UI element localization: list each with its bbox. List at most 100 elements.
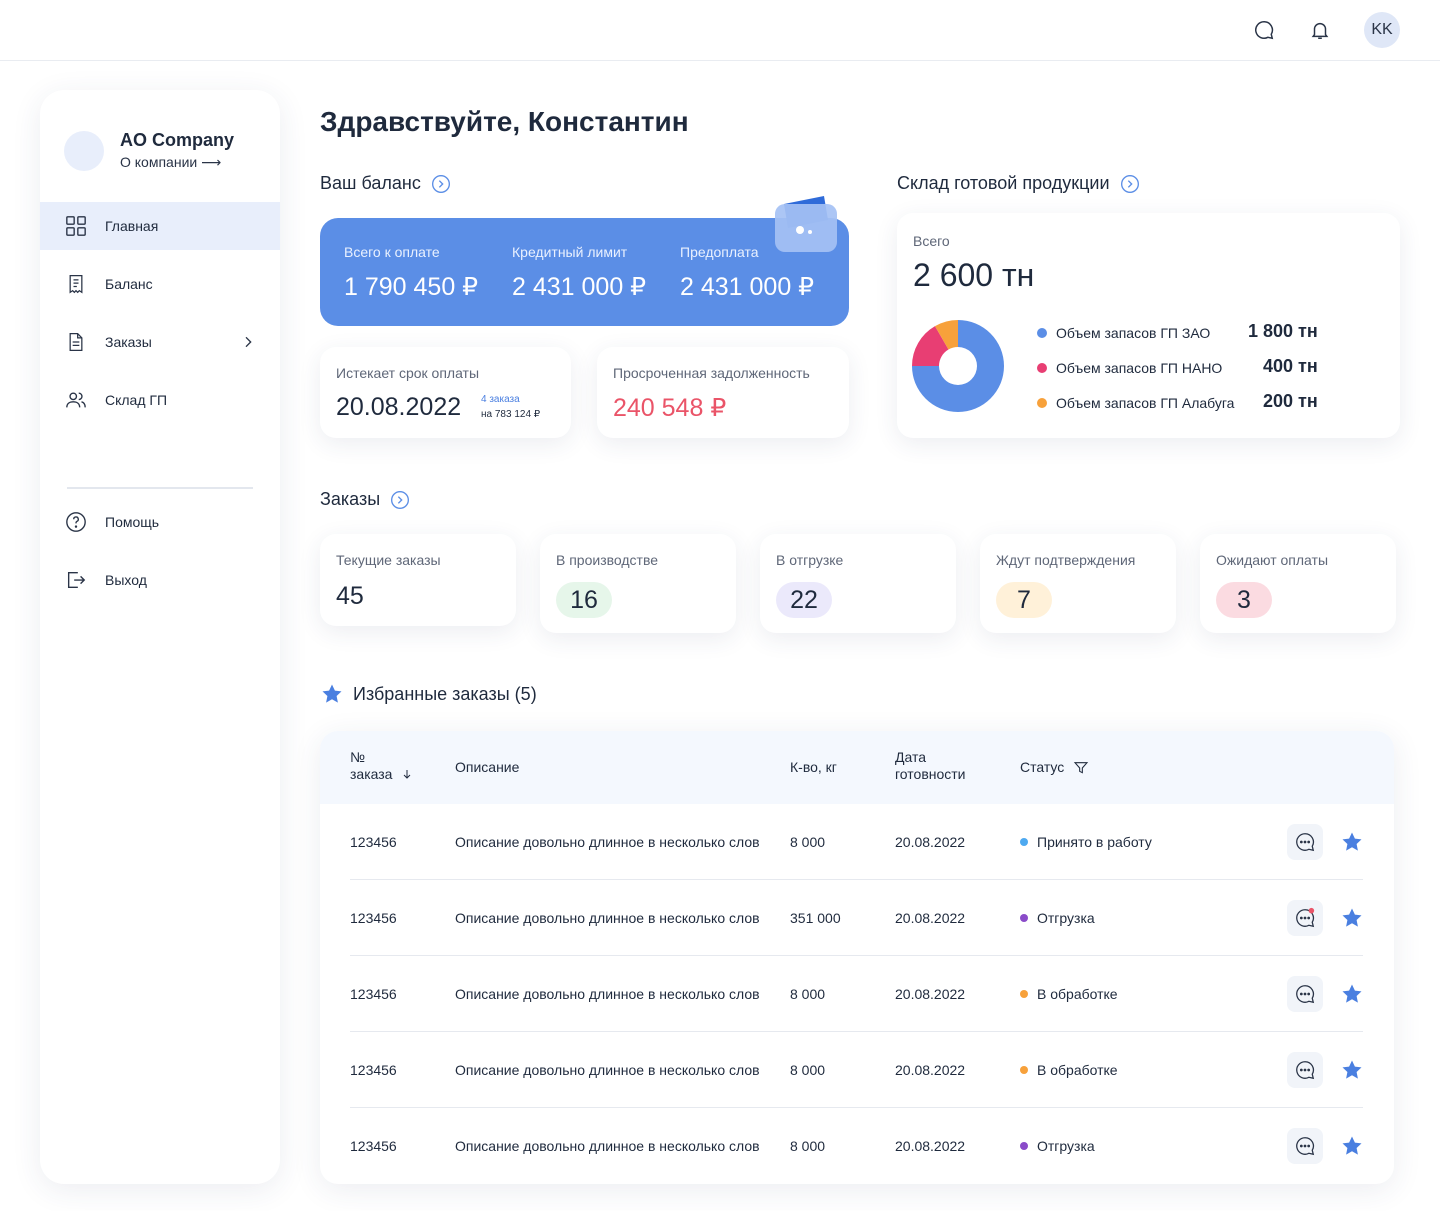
table-row[interactable]: 123456 Описание довольно длинное в неско… — [320, 956, 1394, 1032]
overdue-debt-card: Просроченная задолженность 240 548 ₽ — [597, 347, 849, 438]
order-number: 123456 — [350, 910, 397, 926]
comments-button[interactable] — [1287, 824, 1323, 860]
order-description: Описание довольно длинное в несколько сл… — [455, 1062, 760, 1078]
sidebar-item-logout[interactable]: Выход — [40, 556, 280, 604]
orders-card-label: В производстве — [556, 552, 659, 568]
stock-donut-chart — [912, 320, 1004, 412]
legend-item-alabuga: Объем запасов ГП Алабуга — [1037, 395, 1234, 411]
order-date: 20.08.2022 — [895, 986, 966, 1002]
order-quantity: 8 000 — [790, 834, 826, 850]
legend-label: Объем запасов ГП ЗАО — [1056, 325, 1211, 341]
table-row[interactable]: 123456 Описание довольно длинное в неско… — [320, 1108, 1394, 1184]
order-quantity: 8 000 — [790, 1138, 826, 1154]
comment-unread-icon — [1296, 907, 1315, 928]
legend-label: Объем запасов ГП НАНО — [1056, 360, 1223, 376]
sidebar-item-label: Баланс — [105, 276, 153, 292]
favorites-title: Избранные заказы (5) — [320, 682, 537, 706]
orders-current-card[interactable]: Текущие заказы 45 — [320, 534, 516, 626]
orders-count-badge: 3 — [1216, 582, 1272, 618]
orders-production-card[interactable]: В производстве 16 — [540, 534, 736, 633]
comments-button[interactable] — [1287, 900, 1323, 936]
comments-button[interactable] — [1287, 1128, 1323, 1164]
table-row[interactable]: 123456 Описание довольно длинное в неско… — [320, 804, 1394, 880]
user-avatar[interactable]: KK — [1364, 12, 1400, 48]
status-badge: В обработке — [1020, 1062, 1118, 1078]
comment-icon — [1296, 1137, 1315, 1156]
orders-card-label: Текущие заказы — [336, 552, 441, 568]
status-label: В обработке — [1037, 986, 1118, 1002]
favorite-star-icon[interactable] — [1340, 982, 1364, 1006]
favorite-star-icon[interactable] — [1340, 1058, 1364, 1082]
filter-icon[interactable] — [1073, 760, 1089, 776]
warehouse-section-title: Склад готовой продукции — [897, 173, 1140, 194]
arrow-circle-icon[interactable] — [431, 174, 451, 194]
status-label: В обработке — [1037, 1062, 1118, 1078]
favorite-star-icon[interactable] — [1340, 1134, 1364, 1158]
arrow-circle-icon[interactable] — [390, 490, 410, 510]
favorites-title-text: Избранные заказы (5) — [353, 683, 537, 704]
orders-count-badge: 22 — [776, 582, 832, 618]
about-company-link[interactable]: О компании ⟶ — [120, 154, 234, 171]
status-badge: Принято в работу — [1020, 834, 1152, 850]
logout-icon — [64, 568, 88, 592]
arrow-right-icon: ⟶ — [201, 154, 222, 170]
comments-button[interactable] — [1287, 976, 1323, 1012]
warehouse-title: Склад готовой продукции — [897, 173, 1110, 193]
sidebar-item-orders[interactable]: Заказы — [40, 318, 280, 366]
sidebar-item-help[interactable]: Помощь — [40, 498, 280, 546]
chevron-right-icon — [236, 330, 260, 354]
warehouse-total-value: 2 600 тн — [913, 257, 1035, 293]
orders-confirmation-card[interactable]: Ждут подтверждения 7 — [980, 534, 1176, 633]
status-dot — [1020, 1066, 1028, 1074]
sidebar: AO Company О компании ⟶ Главная Баланс З… — [40, 90, 280, 1184]
legend-item-nano: Объем запасов ГП НАНО — [1037, 360, 1222, 376]
order-description: Описание довольно длинное в несколько сл… — [455, 834, 760, 850]
order-number: 123456 — [350, 1062, 397, 1078]
balance-label: Кредитный лимит — [512, 244, 628, 260]
star-icon — [322, 684, 342, 703]
balance-label: Всего к оплате — [344, 244, 440, 260]
comment-icon — [1296, 1061, 1315, 1080]
status-badge: Отгрузка — [1020, 1138, 1095, 1154]
orders-shipping-card[interactable]: В отгрузке 22 — [760, 534, 956, 633]
column-header: заказа — [350, 766, 393, 782]
order-date: 20.08.2022 — [895, 1138, 966, 1154]
warehouse-total-label: Всего — [913, 233, 950, 249]
legend-item-zao: Объем запасов ГП ЗАО — [1037, 325, 1210, 341]
receipt-icon — [64, 272, 88, 296]
orders-count-badge: 16 — [556, 582, 612, 618]
sidebar-item-warehouse[interactable]: Склад ГП — [40, 376, 280, 424]
orders-payment-card[interactable]: Ожидают оплаты 3 — [1200, 534, 1396, 633]
arrow-circle-icon[interactable] — [1120, 174, 1140, 194]
order-description: Описание довольно длинное в несколько сл… — [455, 986, 760, 1002]
status-dot — [1020, 990, 1028, 998]
order-description: Описание довольно длинное в несколько сл… — [455, 910, 760, 926]
status-dot — [1020, 1142, 1028, 1150]
sidebar-item-label: Выход — [105, 572, 147, 588]
orders-section-title: Заказы — [320, 489, 410, 510]
favorite-star-icon[interactable] — [1340, 830, 1364, 854]
table-row[interactable]: 123456 Описание довольно длинное в неско… — [320, 880, 1394, 956]
column-header: Описание — [455, 759, 520, 775]
chat-icon[interactable] — [1250, 16, 1278, 44]
balance-total: Всего к оплате 1 790 450 ₽ — [344, 244, 478, 302]
sidebar-item-home[interactable]: Главная — [40, 202, 280, 250]
sidebar-divider — [67, 487, 253, 489]
favorite-star-icon[interactable] — [1340, 906, 1364, 930]
page-title: Здравствуйте, Константин — [320, 106, 689, 137]
arrow-down-icon — [404, 770, 411, 779]
column-header: № — [350, 749, 366, 765]
sidebar-item-balance[interactable]: Баланс — [40, 260, 280, 308]
order-date: 20.08.2022 — [895, 834, 966, 850]
table-row[interactable]: 123456 Описание довольно длинное в неско… — [320, 1032, 1394, 1108]
column-number-sort[interactable]: № заказа — [350, 749, 413, 783]
orders-count-badge: 7 — [996, 582, 1052, 618]
order-description: Описание довольно длинное в несколько сл… — [455, 1138, 760, 1154]
comments-button[interactable] — [1287, 1052, 1323, 1088]
status-dot — [1020, 838, 1028, 846]
legend-value: 1 800 тн — [1248, 321, 1318, 341]
orders-card-value: 45 — [336, 582, 364, 610]
bell-icon[interactable] — [1306, 16, 1334, 44]
status-label: Отгрузка — [1037, 910, 1095, 926]
due-orders-link[interactable]: 4 заказа — [481, 394, 520, 405]
